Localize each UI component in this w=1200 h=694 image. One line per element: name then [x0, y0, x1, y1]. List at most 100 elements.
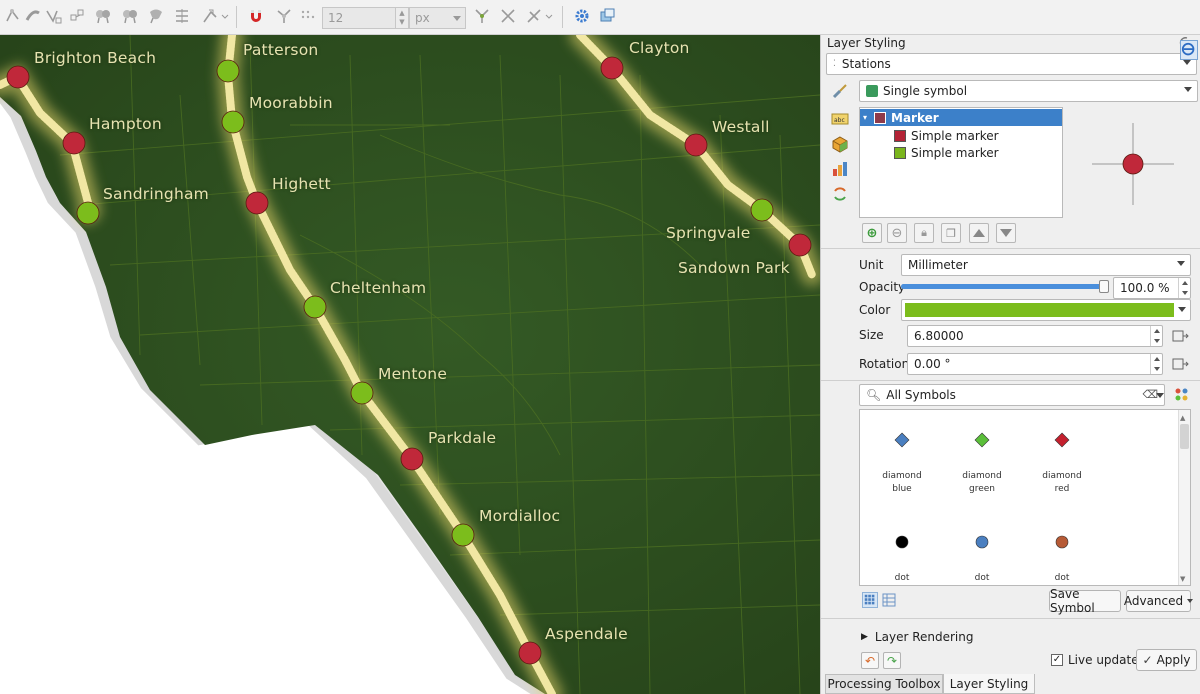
align-icon[interactable] [200, 6, 220, 26]
tab-layer-styling[interactable]: Layer Styling [943, 674, 1035, 694]
station-marker-cheltenham[interactable] [303, 295, 327, 319]
scroll-up-icon[interactable]: ▲ [1180, 414, 1185, 422]
chevron-down-icon[interactable] [544, 6, 554, 26]
station-marker-hampton[interactable] [62, 131, 86, 155]
diamond-symbol-icon [894, 432, 910, 448]
diagrams-icon[interactable] [830, 159, 850, 179]
opacity-spinbox[interactable]: 100.0 % [1113, 277, 1191, 299]
remove-symbol-layer-button[interactable]: ⊖ [887, 223, 907, 243]
unit-select[interactable]: Millimeter [901, 254, 1191, 276]
station-marker-mentone[interactable] [350, 381, 374, 405]
size-spinbox[interactable]: 6.80000 [907, 325, 1163, 347]
panel-toggle-icon[interactable] [1180, 40, 1198, 60]
node-tool-icon[interactable] [23, 6, 43, 26]
merge-features-icon[interactable] [67, 6, 87, 26]
add-symbol-layer-button[interactable]: ⊕ [862, 223, 882, 243]
rotation-spinner[interactable] [1150, 354, 1162, 374]
tolerance-spinner[interactable]: ▲ ▼ [395, 7, 409, 29]
chevron-down-icon [1177, 261, 1185, 266]
map-canvas[interactable]: Brighton Beach Hampton Sandringham Patte… [0, 35, 820, 694]
station-marker-westall[interactable] [684, 133, 708, 157]
station-marker-highett[interactable] [245, 191, 269, 215]
station-label-sandown-park: Sandown Park [678, 259, 790, 277]
reshape-icon[interactable] [120, 6, 140, 26]
labels-icon[interactable]: abc [830, 109, 850, 129]
layer-window-icon[interactable] [597, 6, 617, 26]
symbol-tree-root[interactable]: ▾ Marker [860, 109, 1062, 126]
symbology-brush-icon[interactable] [830, 81, 850, 101]
lock-layer-button[interactable]: 🔒︎ [914, 223, 934, 243]
tracing-icon[interactable] [298, 6, 318, 26]
rotation-label: Rotation [859, 357, 910, 371]
layer-select[interactable]: ⁚ Stations [826, 53, 1197, 75]
symbol-library-grid[interactable]: diamond blue diamond green diamond red dot dot d… [859, 409, 1191, 586]
scroll-down-icon[interactable]: ▼ [1180, 575, 1185, 583]
trim-icon[interactable] [498, 6, 518, 26]
symbol-tree-layer-1[interactable]: Simple marker [860, 127, 1062, 144]
station-marker-mordialloc[interactable] [451, 523, 475, 547]
size-spinner[interactable] [1150, 326, 1162, 346]
tab-processing-toolbox[interactable]: Processing Toolbox [825, 674, 943, 694]
station-marker-moorabbin[interactable] [221, 110, 245, 134]
symbol-library-item[interactable]: diamond green [942, 432, 1022, 496]
split-parts-icon[interactable] [472, 6, 492, 26]
station-marker-sandringham[interactable] [76, 201, 100, 225]
rotate-label-icon[interactable] [172, 6, 192, 26]
symbol-library-item[interactable]: diamond red [1022, 432, 1102, 496]
checkbox-checked-icon[interactable]: ✓ [1051, 654, 1063, 666]
undo-button[interactable]: ↶ [861, 652, 879, 669]
save-symbol-button[interactable]: Save Symbol [1049, 587, 1121, 615]
opacity-value: 100.0 % [1120, 281, 1170, 295]
move-up-button[interactable] [969, 223, 989, 243]
simplify-icon[interactable] [146, 6, 166, 26]
delete-part-icon[interactable] [524, 6, 544, 26]
topology-icon[interactable] [274, 6, 294, 26]
advanced-button[interactable]: Advanced [1124, 590, 1194, 612]
style-manager-icon[interactable] [1174, 387, 1190, 403]
symbol-library-item[interactable]: dot [862, 534, 942, 585]
apply-button[interactable]: ✓ Apply [1136, 649, 1197, 671]
symbol-library-item[interactable]: dot [1022, 534, 1102, 585]
history-icon[interactable] [830, 184, 850, 204]
search-filter-dropdown[interactable] [1154, 384, 1166, 406]
3d-view-icon[interactable] [830, 134, 850, 154]
opacity-spinner[interactable] [1178, 278, 1190, 298]
renderer-select[interactable]: Single symbol [859, 80, 1198, 102]
diamond-symbol-icon [1054, 432, 1070, 448]
snapping-magnet-icon[interactable] [246, 6, 266, 26]
symbol-library-item[interactable]: dot [942, 534, 1022, 585]
station-marker-sandown-park[interactable] [788, 233, 812, 257]
symbol-tree-layer-2[interactable]: Simple marker [860, 144, 1062, 161]
symbol-layer-tree[interactable]: ▾ Marker Simple marker Simple marker [859, 107, 1063, 218]
duplicate-layer-button[interactable]: ❐ [941, 223, 961, 243]
symbol-library-item[interactable]: diamond blue [862, 432, 942, 496]
station-marker-clayton[interactable] [600, 56, 624, 80]
data-defined-override-icon[interactable] [1170, 355, 1190, 373]
rotation-spinbox[interactable]: 0.00 ° [907, 353, 1163, 375]
station-marker-parkdale[interactable] [400, 447, 424, 471]
chevron-down-icon[interactable] [220, 6, 230, 26]
live-update-toggle[interactable]: ✓ Live update [1051, 653, 1139, 667]
opacity-slider[interactable] [901, 280, 1109, 293]
offset-curve-icon[interactable] [93, 6, 113, 26]
split-features-icon[interactable] [44, 6, 64, 26]
station-marker-brighton-beach[interactable] [6, 65, 30, 89]
redo-button[interactable]: ↷ [883, 652, 901, 669]
station-marker-aspendale[interactable] [518, 641, 542, 665]
data-defined-override-icon[interactable] [1170, 327, 1190, 345]
color-button[interactable] [901, 299, 1191, 321]
list-view-icon[interactable] [882, 593, 896, 607]
scroll-thumb[interactable] [1180, 424, 1189, 449]
layer-rendering-section[interactable]: ▶ Layer Rendering [861, 630, 973, 644]
settings-gear-icon[interactable] [572, 6, 592, 26]
vertex-tool-icon[interactable] [3, 6, 23, 26]
symbol-grid-scrollbar[interactable]: ▲ ▼ [1178, 410, 1190, 585]
tolerance-unit-select[interactable]: px [409, 7, 466, 29]
opacity-slider-handle[interactable] [1099, 280, 1109, 293]
move-down-button[interactable] [996, 223, 1016, 243]
tolerance-input[interactable]: 12 [322, 7, 396, 29]
symbol-search-input[interactable]: 🔍︎ All Symbols ⌫ [859, 384, 1165, 406]
station-marker-springvale[interactable] [750, 198, 774, 222]
icon-view-toggle[interactable] [862, 592, 878, 608]
station-marker-patterson[interactable] [216, 59, 240, 83]
